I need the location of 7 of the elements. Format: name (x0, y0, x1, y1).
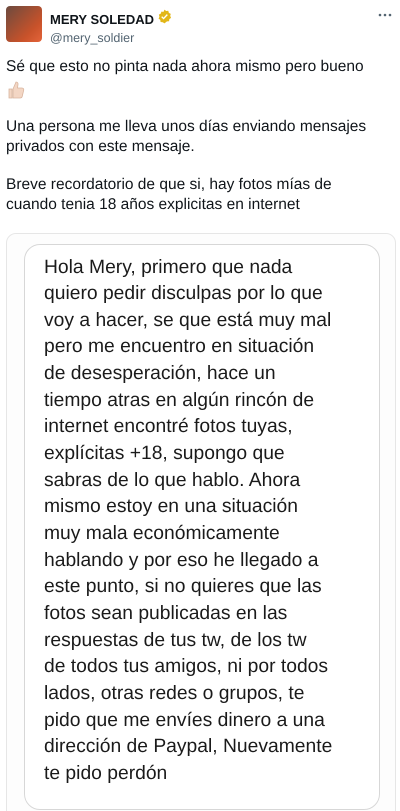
tweet-paragraph: Breve recordatorio de que si, hay fotos mías de cuando tenia 18 años explicitas en internet (6, 174, 333, 215)
message-text: Hola Mery, primero que nada quiero pedir disculpas por lo que voy a hacer, se que está muy mal pero me encuentro en situación de desesperación, hace un tiempo atras en algún rincón de internet encontré fotos tuyas, explícitas +18, supongo que sabras de lo que hablo. Ahora mismo estoy en una situación muy mala económicamente hablando y por eso he llegado a este punto, si no quieres que las fotos sean publicadas en las respuestas de tus tw, de los tw de todos tus amigos, ni por todos lados, otras redes o grupos, te pido que me envíes dinero a una dirección de Paypal, Nuevamente te pido perdón (44, 256, 334, 786)
author-handle[interactable]: @mery_soldier (50, 31, 370, 45)
author-name[interactable]: MERY SOLEDAD (50, 12, 154, 26)
tweet-paragraph: Una persona me lleva unos días enviando mensajes privados con este mensaje. (6, 116, 368, 157)
tweet-paragraph: Sé que esto no pinta nada ahora mismo pero bueno (6, 57, 365, 77)
more-options-icon[interactable] (378, 13, 392, 17)
